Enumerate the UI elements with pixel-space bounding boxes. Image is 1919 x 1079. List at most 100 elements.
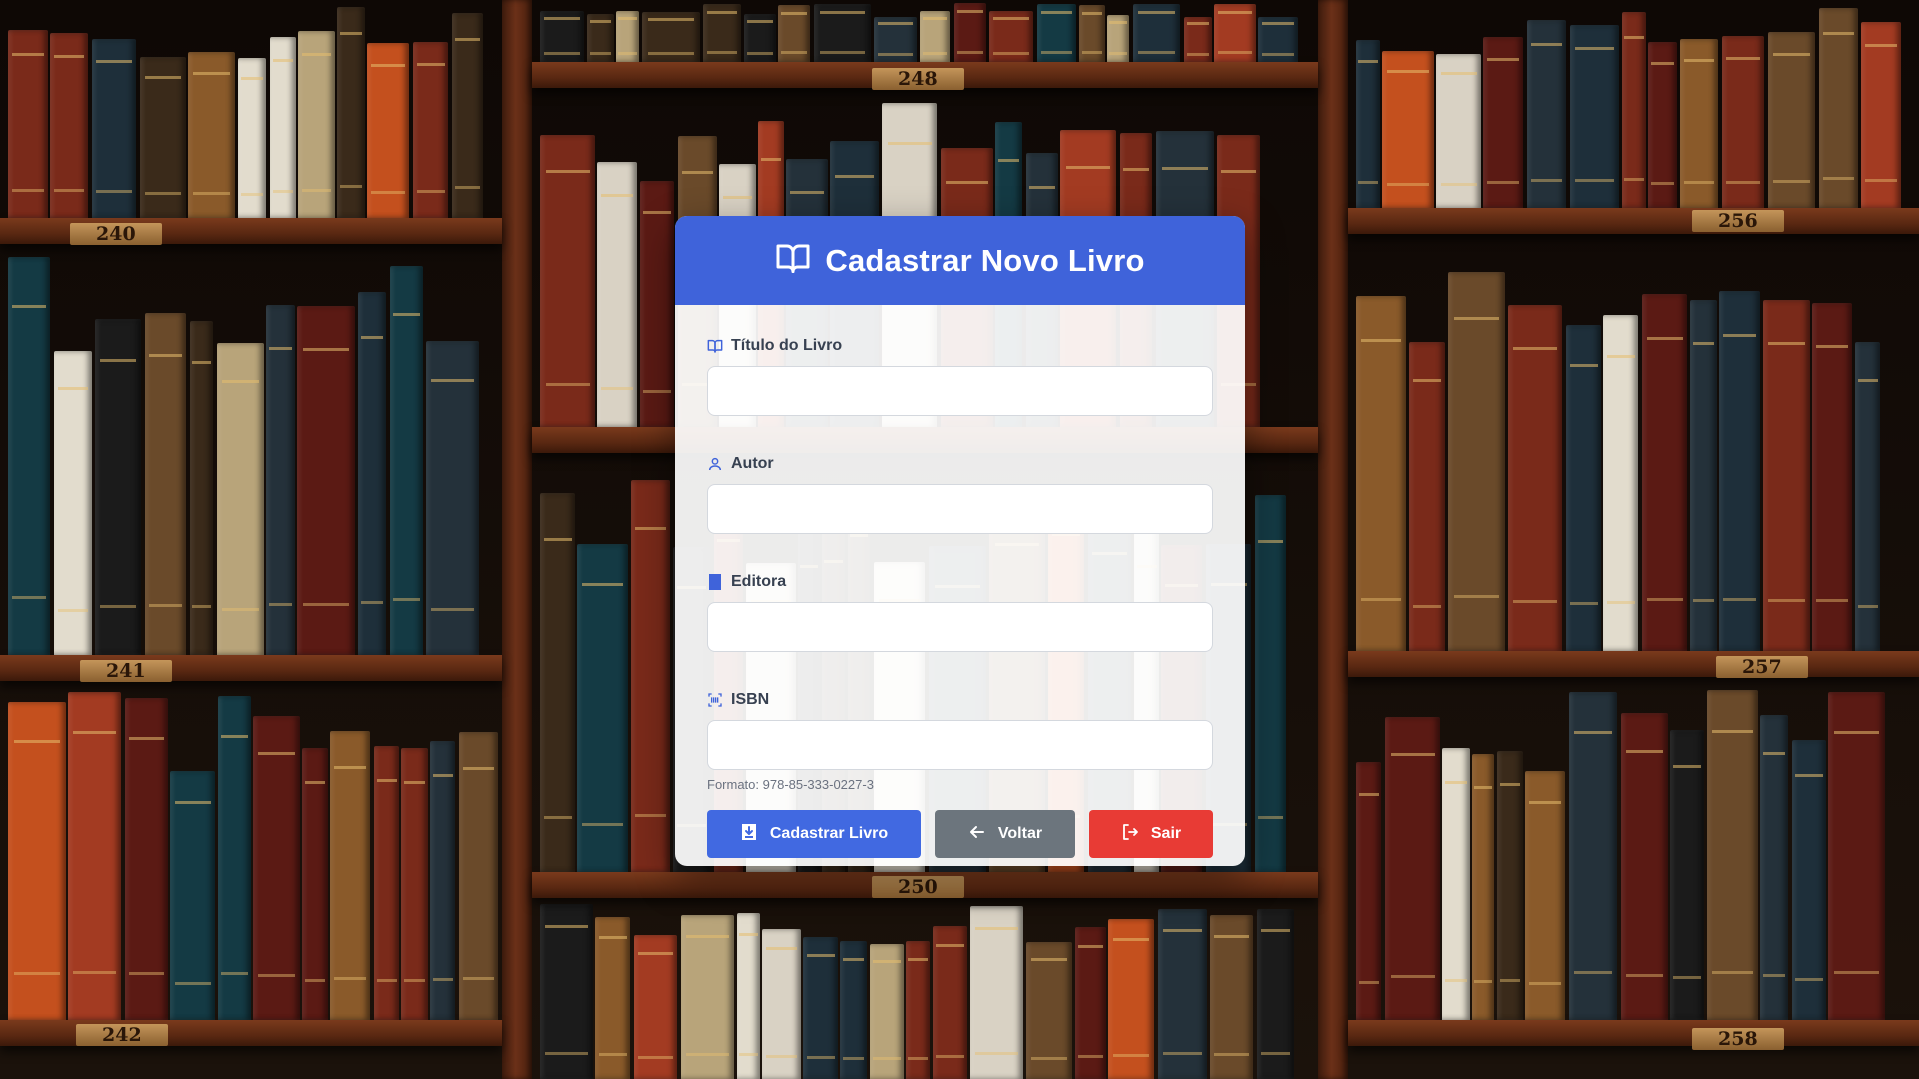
book-spine: [597, 162, 637, 427]
book-spine: [595, 917, 630, 1079]
book-spine: [330, 731, 370, 1020]
open-book-icon: [775, 240, 811, 281]
author-label-row: Autor: [707, 453, 1213, 475]
book-spine: [737, 913, 760, 1079]
title-input[interactable]: [707, 366, 1213, 416]
book-spine: [1525, 771, 1565, 1020]
author-field-group: Autor: [707, 453, 1213, 534]
book-spine: [270, 37, 296, 218]
book-spine: [703, 4, 741, 62]
book-spine: [1079, 5, 1105, 62]
book-spine: [762, 929, 801, 1079]
page-title: Cadastrar Novo Livro: [825, 242, 1145, 278]
back-button[interactable]: Voltar: [935, 810, 1075, 858]
book-spine: [1075, 927, 1106, 1079]
book-spine: [540, 904, 593, 1079]
shelf-number: 256: [1692, 210, 1784, 232]
book-spine: [1356, 762, 1381, 1020]
book-spine: [920, 11, 950, 62]
user-icon: [707, 456, 723, 472]
book-spine: [634, 935, 677, 1079]
book-spine: [1569, 692, 1617, 1020]
book-spine: [540, 493, 575, 872]
book-spine: [1763, 300, 1810, 651]
book-spine: [970, 906, 1023, 1079]
book-spine: [8, 702, 66, 1020]
book-spine: [1133, 4, 1180, 62]
book-spine: [1812, 303, 1852, 651]
book-spine: [430, 741, 455, 1020]
isbn-field-group: ISBN Formato: 978-85-333-0227-3: [707, 689, 1213, 792]
book-spine: [640, 181, 674, 427]
book-spine: [1622, 12, 1646, 208]
book-spine: [1570, 25, 1619, 208]
register-book-button[interactable]: Cadastrar Livro: [707, 810, 921, 858]
book-spine: [266, 305, 295, 655]
book-spine: [1448, 272, 1505, 651]
book-spine: [1436, 54, 1481, 208]
book-spine: [1257, 909, 1294, 1079]
bookmark-icon: [707, 574, 723, 590]
book-spine: [297, 306, 355, 655]
book-spine: [1497, 751, 1523, 1020]
book-spine: [426, 341, 479, 655]
book-spine: [933, 926, 967, 1079]
book-spine: [8, 30, 48, 218]
book-spine: [1722, 36, 1764, 208]
book-spine: [1026, 942, 1072, 1079]
title-label: Título do Livro: [731, 337, 843, 354]
publisher-label: Editora: [731, 573, 787, 590]
exit-button[interactable]: Sair: [1089, 810, 1213, 858]
book-spine: [840, 941, 867, 1079]
book-spine: [1210, 915, 1253, 1079]
shelf-number: 250: [872, 876, 964, 898]
back-label: Voltar: [997, 825, 1043, 842]
book-spine: [1184, 17, 1212, 62]
shelf-board: [0, 655, 502, 681]
book-spine: [1382, 51, 1434, 208]
book-spine: [1566, 325, 1601, 651]
book-spine: [238, 58, 266, 218]
shelf-number: 258: [1692, 1028, 1784, 1050]
book-spine: [390, 266, 423, 655]
isbn-input[interactable]: [707, 720, 1213, 770]
book-spine: [1603, 315, 1638, 651]
book-spine: [1108, 919, 1154, 1079]
book-spine: [1792, 740, 1826, 1020]
publisher-input[interactable]: [707, 602, 1213, 652]
book-spine: [68, 692, 121, 1020]
sign-out-icon: [1121, 823, 1139, 846]
book-spine: [374, 746, 399, 1020]
book-spine: [870, 944, 904, 1079]
book-spine: [587, 14, 614, 62]
publisher-label-row: Editora: [707, 571, 1213, 593]
book-spine: [1409, 342, 1445, 651]
book-spine: [401, 748, 428, 1020]
book-spine: [459, 732, 498, 1020]
book-spine: [1258, 17, 1298, 62]
book-spine: [1760, 715, 1788, 1020]
register-book-card: Cadastrar Novo Livro Título do Livro Aut…: [675, 216, 1245, 866]
isbn-label-row: ISBN: [707, 689, 1213, 711]
book-spine: [358, 292, 386, 655]
book-spine: [140, 57, 186, 218]
author-input[interactable]: [707, 484, 1213, 534]
book-spine: [1819, 8, 1858, 208]
book-spine: [92, 39, 136, 218]
book-spine: [1690, 300, 1717, 651]
book-spine: [337, 7, 365, 218]
shelf-board: [1348, 208, 1919, 234]
book-spine: [188, 52, 235, 218]
isbn-label: ISBN: [731, 691, 770, 708]
book-spine: [1356, 40, 1380, 208]
book-spine: [540, 135, 595, 427]
book-spine: [874, 17, 917, 62]
book-spine: [413, 42, 448, 218]
book-spine: [1861, 22, 1901, 208]
book-spine: [217, 343, 264, 655]
book-spine: [1855, 342, 1880, 651]
book-spine: [302, 748, 328, 1020]
barcode-icon: [707, 692, 723, 708]
book-spine: [906, 941, 930, 1079]
book-spine: [145, 313, 186, 655]
